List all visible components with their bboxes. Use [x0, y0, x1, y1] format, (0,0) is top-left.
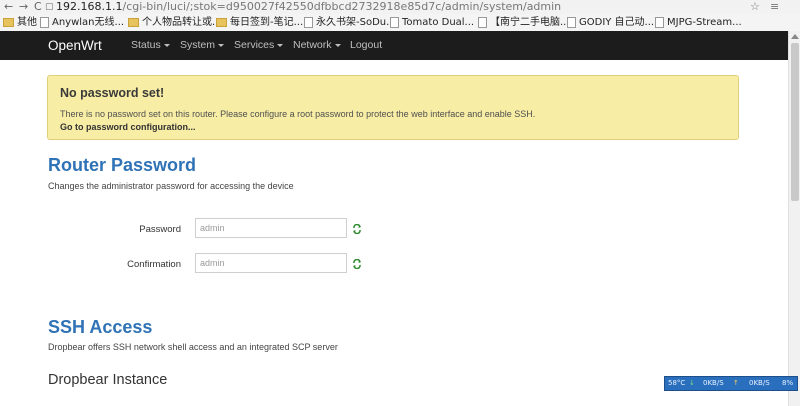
brand-logo[interactable]: OpenWrt	[48, 31, 102, 60]
alert-title: No password set!	[60, 86, 165, 100]
cpu-temp: 58°C	[668, 379, 686, 387]
menu-logout[interactable]: Logout	[350, 31, 382, 60]
bookmark-label: GODIY 自己动...	[579, 17, 655, 28]
caret-down-icon	[277, 43, 284, 47]
bookmark-sodu[interactable]: 永久书架-SoDu...	[304, 14, 396, 31]
password-field[interactable]	[195, 218, 347, 238]
menu-services[interactable]: Services	[234, 31, 284, 60]
page-icon	[40, 17, 49, 28]
page-icon	[478, 17, 487, 28]
bookmark-anywlan[interactable]: Anywlan无线...	[40, 14, 124, 31]
download-arrow-icon: ↓	[689, 379, 695, 387]
url-path: /cgi-bin/luci/;stok=d950027f42550dfbbcd2…	[122, 0, 562, 13]
menu-status[interactable]: Status	[131, 31, 170, 60]
alert-text: There is no password set on this router.…	[60, 109, 536, 119]
upload-speed: 0KB/S	[749, 379, 770, 387]
menu-icon[interactable]: ≡	[770, 0, 779, 14]
menu-label: Network	[293, 39, 332, 51]
menu-system[interactable]: System	[180, 31, 225, 60]
bookmark-checkin[interactable]: 每日签到-笔记...	[216, 14, 303, 31]
menu-label: System	[180, 39, 216, 51]
caret-down-icon	[334, 43, 341, 47]
bookmark-label: Tomato Dual...	[402, 17, 475, 28]
page-icon	[655, 17, 664, 28]
no-password-alert: No password set! There is no password se…	[47, 75, 739, 140]
password-label: Password	[139, 224, 181, 235]
dropbear-instance-title: Dropbear Instance	[48, 372, 168, 388]
bookmark-mjpg[interactable]: MJPG-Stream...	[655, 14, 742, 31]
page-icon	[390, 17, 399, 28]
top-navbar: OpenWrt Status System Services Network L…	[0, 31, 788, 60]
menu-label: Services	[234, 39, 275, 51]
upload-arrow-icon: ↑	[733, 379, 739, 387]
reveal-password-icon[interactable]	[352, 224, 362, 234]
bookmark-label: 永久书架-SoDu...	[316, 17, 396, 28]
ssh-access-desc: Dropbear offers SSH network shell access…	[48, 342, 338, 352]
folder-icon	[3, 18, 14, 27]
network-monitor-widget: 58°C ↓ 0KB/S ↑ 0KB/S 8%	[664, 376, 798, 391]
back-icon[interactable]: ←	[4, 0, 13, 14]
caret-down-icon	[163, 43, 170, 47]
password-config-link[interactable]: Go to password configuration...	[60, 122, 196, 132]
bookmark-nanning[interactable]: 【南宁二手电脑...	[478, 14, 570, 31]
scroll-up-icon[interactable]	[791, 34, 799, 39]
menu-label: Status	[131, 39, 161, 51]
menu-network[interactable]: Network	[293, 31, 341, 60]
bookmark-items[interactable]: 个人物品转让或...	[128, 14, 222, 31]
router-password-desc: Changes the administrator password for a…	[48, 181, 294, 191]
bookmark-label: 【南宁二手电脑...	[490, 17, 570, 28]
page-icon	[567, 17, 576, 28]
confirmation-field[interactable]	[195, 253, 347, 273]
bookmark-godiy[interactable]: GODIY 自己动...	[567, 14, 654, 31]
bookmark-label: Anywlan无线...	[52, 17, 125, 28]
download-speed: 0KB/S	[703, 379, 724, 387]
forward-icon[interactable]: →	[19, 0, 28, 14]
scroll-thumb[interactable]	[791, 43, 799, 201]
folder-icon	[216, 18, 227, 27]
bookmark-tomato[interactable]: Tomato Dual...	[390, 14, 474, 31]
page-icon: ▢	[45, 2, 54, 12]
reveal-confirmation-icon[interactable]	[352, 259, 362, 269]
url-host: 192.168.1.1	[56, 0, 123, 13]
confirmation-label: Confirmation	[127, 259, 181, 270]
ssh-access-title: SSH Access	[48, 317, 153, 337]
page-scrollbar[interactable]	[788, 31, 800, 406]
url-field[interactable]: 192.168.1.1/cgi-bin/luci/;stok=d950027f4…	[56, 0, 561, 14]
bookmarks-bar: 其他 Anywlan无线... 个人物品转让或... 每日签到-笔记... 永久…	[0, 14, 800, 32]
star-icon[interactable]: ☆	[750, 0, 760, 14]
bookmark-label: MJPG-Stream...	[667, 17, 742, 28]
page-icon	[304, 17, 313, 28]
bookmark-label: 其他	[17, 17, 37, 28]
caret-down-icon	[218, 43, 225, 47]
bookmark-other[interactable]: 其他	[3, 14, 37, 31]
router-password-title: Router Password	[48, 155, 197, 175]
usage-percent: 8%	[782, 379, 794, 387]
bookmark-label: 每日签到-笔记...	[230, 17, 304, 28]
address-bar: ← → C ▢ 192.168.1.1/cgi-bin/luci/;stok=d…	[0, 0, 800, 14]
reload-icon[interactable]: C	[34, 0, 42, 14]
bookmark-label: 个人物品转让或...	[142, 17, 222, 28]
folder-icon	[128, 18, 139, 27]
